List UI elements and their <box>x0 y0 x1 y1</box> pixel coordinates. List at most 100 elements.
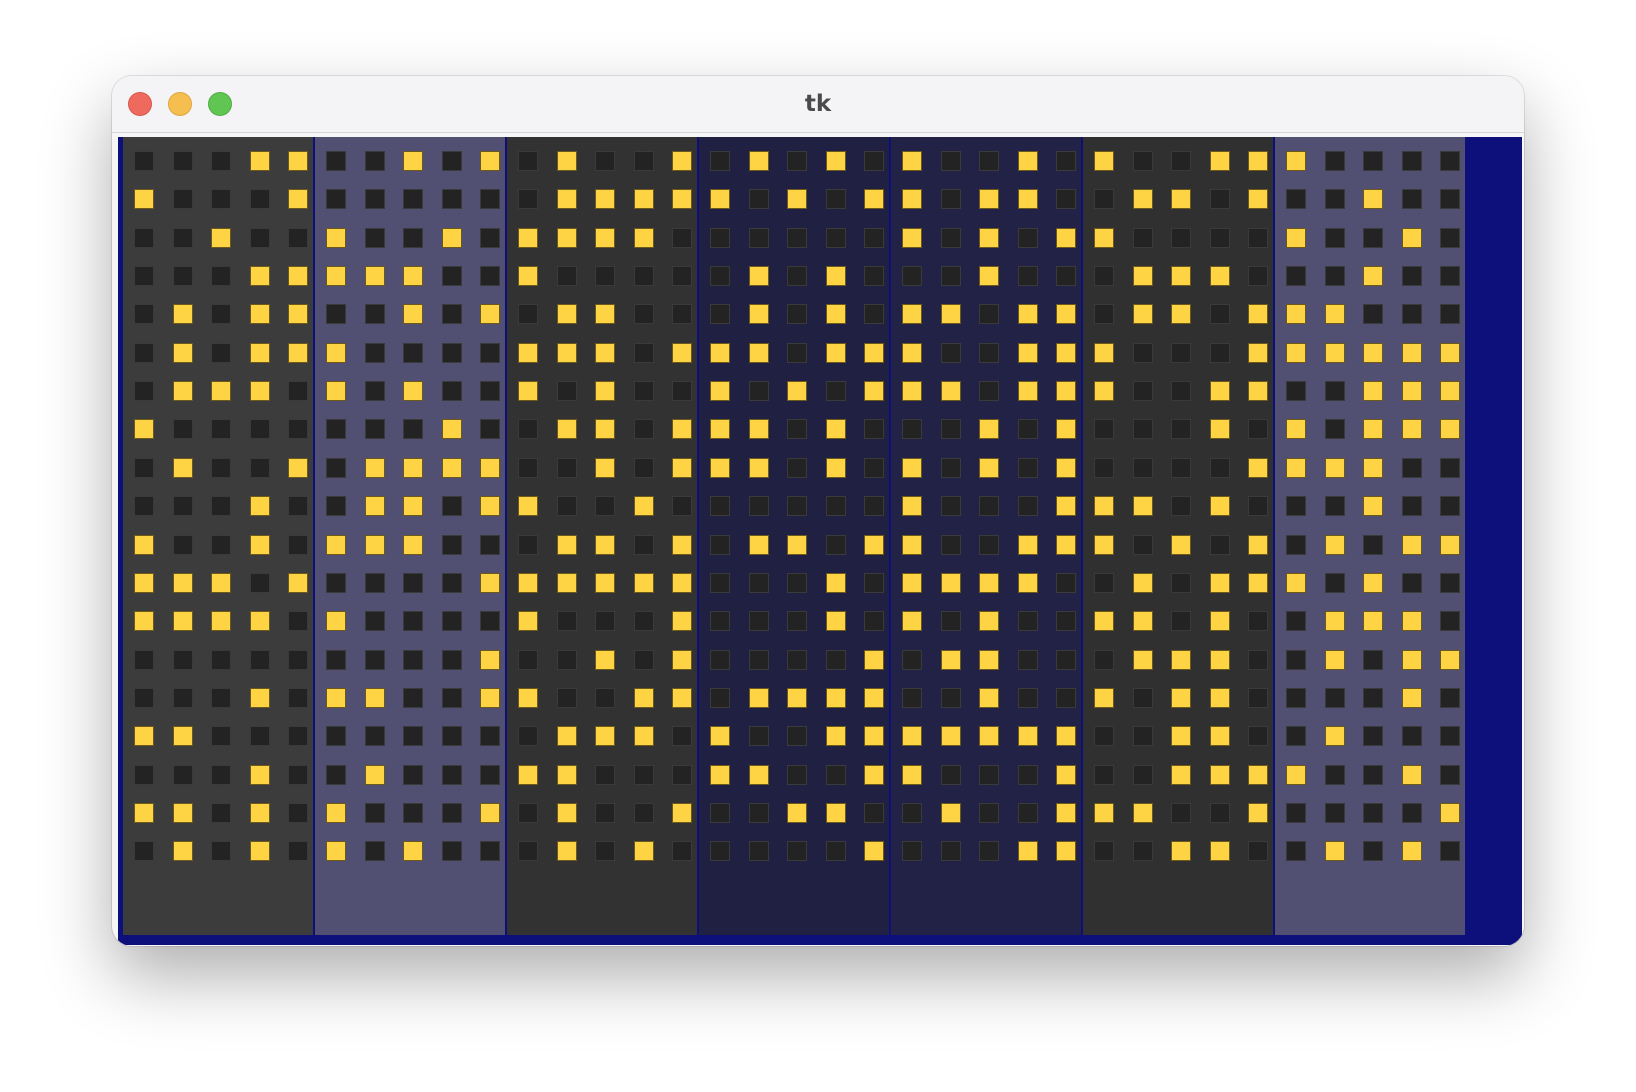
lit-window <box>518 228 538 248</box>
lit-window <box>634 228 654 248</box>
lit-window <box>1210 650 1230 670</box>
title-bar[interactable]: tk <box>112 76 1524 133</box>
dark-window <box>634 650 654 670</box>
dark-window <box>1094 726 1114 746</box>
dark-window <box>365 189 385 209</box>
dark-window <box>634 765 654 785</box>
dark-window <box>1133 381 1153 401</box>
lit-window <box>634 573 654 593</box>
dark-window <box>442 266 462 286</box>
lit-window <box>826 266 846 286</box>
lit-window <box>557 803 577 823</box>
lit-window <box>941 803 961 823</box>
lit-window <box>672 688 692 708</box>
dark-window <box>710 496 730 516</box>
lit-window <box>902 151 922 171</box>
lit-window <box>557 841 577 861</box>
lit-window <box>634 726 654 746</box>
dark-window <box>1248 650 1268 670</box>
lit-window <box>557 573 577 593</box>
dark-window <box>442 381 462 401</box>
lit-window <box>480 688 500 708</box>
lit-window <box>288 151 308 171</box>
dark-window <box>557 496 577 516</box>
lit-window <box>1171 304 1191 324</box>
dark-window <box>902 650 922 670</box>
lit-window <box>902 381 922 401</box>
lit-window <box>1018 304 1038 324</box>
dark-window <box>326 419 346 439</box>
building <box>507 137 697 935</box>
dark-window <box>1171 343 1191 363</box>
dark-window <box>442 343 462 363</box>
dark-window <box>288 726 308 746</box>
building <box>699 137 889 935</box>
lit-window <box>1286 573 1306 593</box>
lit-window <box>326 228 346 248</box>
lit-window <box>902 611 922 631</box>
lit-window <box>1286 151 1306 171</box>
lit-window <box>1210 765 1230 785</box>
lit-window <box>1248 381 1268 401</box>
lit-window <box>250 535 270 555</box>
lit-window <box>979 266 999 286</box>
lit-window <box>250 266 270 286</box>
dark-window <box>941 496 961 516</box>
lit-window <box>1094 381 1114 401</box>
dark-window <box>710 151 730 171</box>
dark-window <box>710 841 730 861</box>
dark-window <box>1325 803 1345 823</box>
dark-window <box>1133 726 1153 746</box>
dark-window <box>1325 573 1345 593</box>
lit-window <box>480 151 500 171</box>
dark-window <box>442 726 462 746</box>
lit-window <box>787 535 807 555</box>
dark-window <box>1210 343 1230 363</box>
lit-window <box>1094 535 1114 555</box>
lit-window <box>672 419 692 439</box>
dark-window <box>442 765 462 785</box>
dark-window <box>518 841 538 861</box>
dark-window <box>902 688 922 708</box>
building <box>315 137 505 935</box>
lit-window <box>1248 343 1268 363</box>
dark-window <box>1440 765 1460 785</box>
lit-window <box>979 650 999 670</box>
lit-window <box>1325 304 1345 324</box>
dark-window <box>826 765 846 785</box>
lit-window <box>1171 650 1191 670</box>
dark-window <box>634 535 654 555</box>
dark-window <box>1325 189 1345 209</box>
lit-window <box>518 573 538 593</box>
lit-window <box>1018 841 1038 861</box>
lit-window <box>403 458 423 478</box>
dark-window <box>518 726 538 746</box>
lit-window <box>365 266 385 286</box>
city-canvas[interactable] <box>118 137 1522 945</box>
dark-window <box>1325 688 1345 708</box>
lit-window <box>1133 304 1153 324</box>
lit-window <box>787 189 807 209</box>
lit-window <box>442 419 462 439</box>
lit-window <box>902 726 922 746</box>
lit-window <box>710 726 730 746</box>
lit-window <box>211 381 231 401</box>
lit-window <box>288 304 308 324</box>
lit-window <box>1171 189 1191 209</box>
dark-window <box>595 688 615 708</box>
lit-window <box>1363 611 1383 631</box>
dark-window <box>442 151 462 171</box>
lit-window <box>1248 803 1268 823</box>
dark-window <box>1171 381 1191 401</box>
lit-window <box>979 189 999 209</box>
dark-window <box>787 726 807 746</box>
dark-window <box>211 496 231 516</box>
dark-window <box>1325 381 1345 401</box>
dark-window <box>211 151 231 171</box>
dark-window <box>1094 573 1114 593</box>
dark-window <box>1440 304 1460 324</box>
dark-window <box>365 151 385 171</box>
lit-window <box>134 611 154 631</box>
dark-window <box>365 803 385 823</box>
dark-window <box>787 496 807 516</box>
